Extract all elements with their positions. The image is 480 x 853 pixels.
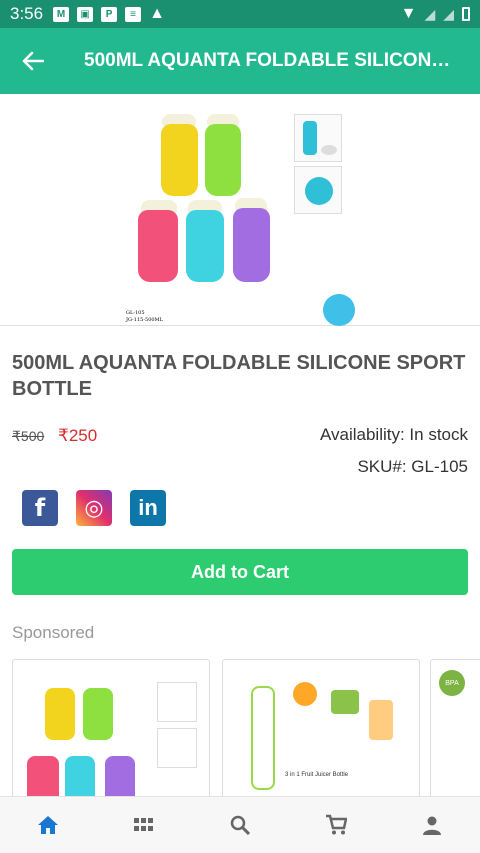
signal-icon: ◢	[424, 5, 436, 22]
gmail-icon: M	[53, 6, 70, 22]
product-image[interactable]: GL-105 JG-115-500ML	[0, 94, 480, 326]
search-button[interactable]	[220, 805, 260, 845]
instagram-icon[interactable]: ◎	[76, 490, 112, 526]
p-app-icon: P	[101, 6, 118, 22]
news-icon: ≡	[125, 6, 142, 22]
cyan-bottle	[186, 210, 224, 282]
yellow-bottle	[161, 124, 198, 196]
warning-icon: ▲	[149, 5, 165, 22]
cart-button[interactable]	[316, 805, 356, 845]
brand-logo-icon	[323, 294, 355, 326]
app-bar: 500ML AQUANTA FOLDABLE SILICONE S...	[0, 28, 480, 94]
cart-icon	[326, 814, 347, 835]
linkedin-icon[interactable]: in	[130, 490, 166, 526]
image-icon: ▣	[77, 6, 94, 22]
user-icon	[423, 816, 441, 835]
search-icon	[230, 815, 250, 835]
sponsored-label: Sponsored	[12, 623, 95, 642]
home-icon	[38, 816, 58, 834]
old-price: ₹500	[12, 428, 45, 444]
grid-icon	[134, 818, 153, 831]
sku: SKU#: GL-105	[357, 457, 468, 476]
wifi-icon: ▼	[400, 5, 417, 22]
juicer-caption: 3 in 1 Fruit Juicer Bottle	[285, 772, 349, 778]
signal2-icon: ◢	[443, 5, 454, 22]
account-button[interactable]	[412, 805, 452, 845]
page-title: 500ML AQUANTA FOLDABLE SILICONE S...	[84, 50, 456, 71]
sponsored-card-3[interactable]: BPA	[430, 659, 480, 809]
arrow-left-icon	[22, 51, 44, 71]
back-button[interactable]	[0, 28, 66, 94]
social-share: f ◎ in	[22, 490, 166, 526]
purple-bottle	[233, 208, 270, 282]
current-price: ₹250	[58, 426, 98, 445]
facebook-icon[interactable]: f	[22, 490, 58, 526]
thumbnail-1[interactable]	[294, 114, 342, 162]
bpa-badge: BPA	[439, 670, 465, 696]
availability: Availability: In stock	[319, 425, 468, 444]
bottom-navigation	[0, 796, 480, 853]
product-name: 500ML AQUANTA FOLDABLE SILICONE SPORT BO…	[12, 352, 466, 400]
thumbnail-2[interactable]	[294, 166, 342, 214]
image-code-2: JG-115-500ML	[126, 317, 163, 323]
green-bottle	[205, 124, 241, 196]
notification-icons: M ▣ P ≡ ▲	[53, 5, 165, 23]
pink-bottle	[138, 210, 178, 282]
image-code-1: GL-105	[126, 310, 145, 316]
battery-icon	[462, 7, 470, 21]
add-to-cart-button[interactable]: Add to Cart	[12, 549, 468, 595]
system-icons: ▼ ◢ ◢	[401, 5, 470, 23]
sponsored-card-1[interactable]	[12, 659, 210, 809]
categories-button[interactable]	[124, 805, 164, 845]
sponsored-card-2[interactable]: 3 in 1 Fruit Juicer Bottle	[222, 659, 420, 809]
home-button[interactable]	[28, 805, 68, 845]
status-time: 3:56	[10, 4, 44, 23]
status-bar: 3:56 M ▣ P ≡ ▲ ▼ ◢ ◢	[0, 0, 480, 28]
